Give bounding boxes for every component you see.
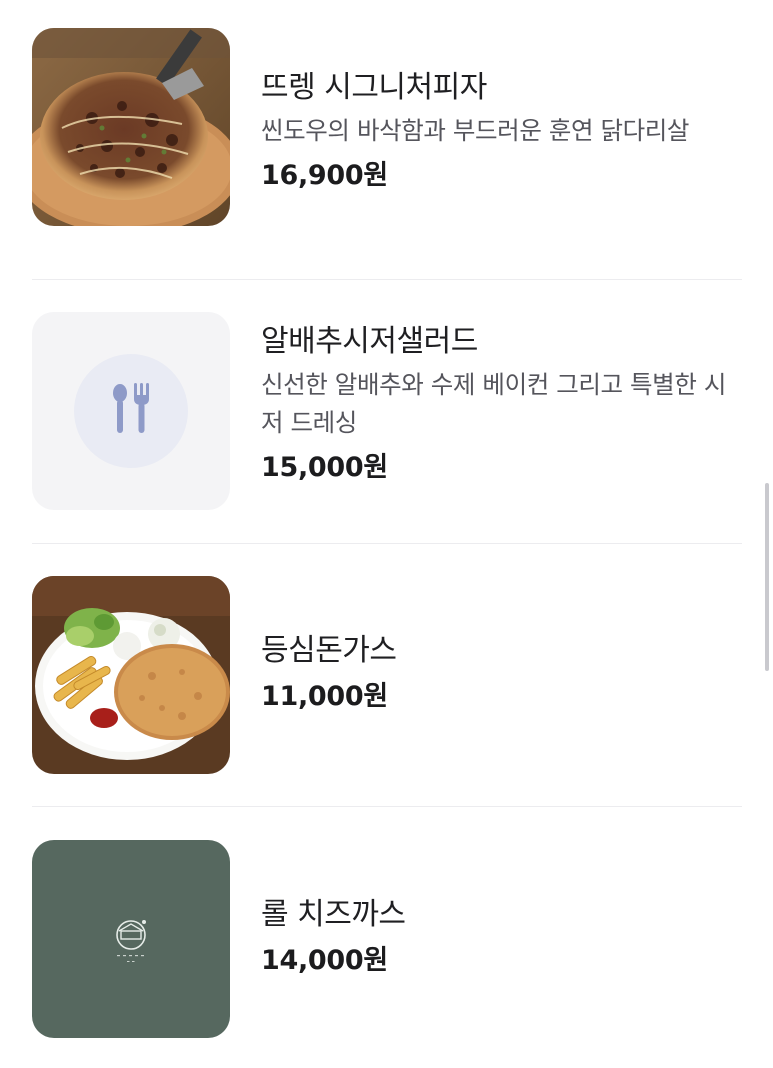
divider [32,279,742,280]
pork-cutlet-photo [32,576,230,774]
menu-item-name: 알배추시저샐러드 [261,324,478,359]
menu-item-signature-pizza[interactable]: 뜨렝 시그니처피자 씬도우의 바삭함과 부드러운 훈연 닭다리살 16,900원 [32,28,742,246]
placeholder-circle [74,354,188,468]
divider [32,543,742,544]
menu-item-caesar-salad[interactable]: 알배추시저샐러드 신선한 알배추와 수제 베이컨 그리고 특별한 시저 드레싱 … [32,312,742,510]
menu-item-description: 신선한 알배추와 수제 베이컨 그리고 특별한 시저 드레싱 [261,370,726,437]
menu-item-roll-cheese-cutlet[interactable]: 롤 치즈까스 14,000원 [32,840,742,1038]
menu-item-pork-cutlet[interactable]: 등심돈가스 11,000원 [32,576,742,774]
menu-item-description: 씬도우의 바삭함과 부드러운 훈연 닭다리살 [261,116,690,145]
divider [32,806,742,807]
menu-item-price: 15,000원 [261,452,388,483]
menu-item-info: 롤 치즈까스 14,000원 [261,895,742,981]
menu-item-name: 등심돈가스 [261,633,397,668]
menu-item-info: 등심돈가스 11,000원 [261,631,742,717]
placeholder-image [32,312,230,510]
restaurant-logo [32,840,230,1038]
menu-item-price: 16,900원 [261,160,388,191]
menu-item-name: 뜨렝 시그니처피자 [261,70,487,105]
menu-item-name: 롤 치즈까스 [261,897,406,932]
menu-item-price: 11,000원 [261,681,388,712]
menu-item-price: 14,000원 [261,945,388,976]
scrollbar[interactable] [765,483,769,671]
utensils-icon [111,383,151,439]
pizza-photo [32,28,230,226]
menu-item-info: 뜨렝 시그니처피자 씬도우의 바삭함과 부드러운 훈연 닭다리살 16,900원 [261,68,742,196]
menu-item-info: 알배추시저샐러드 신선한 알배추와 수제 베이컨 그리고 특별한 시저 드레싱 … [261,322,742,488]
